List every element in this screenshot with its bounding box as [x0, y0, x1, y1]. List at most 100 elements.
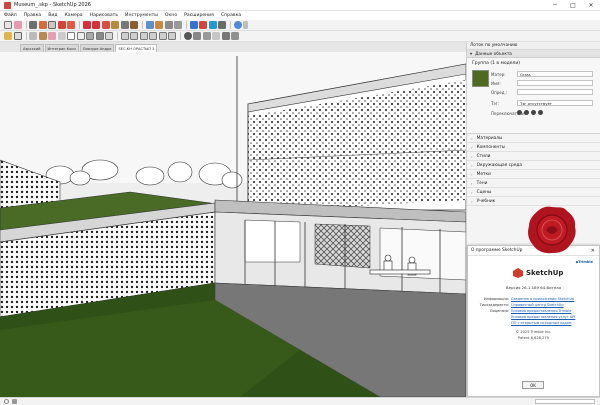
zoom-extents-icon[interactable] [174, 21, 182, 29]
sketchup-logo-icon [513, 268, 523, 278]
section-plane-icon[interactable] [212, 32, 220, 40]
move-tool-icon[interactable] [82, 21, 91, 29]
sketchup-logo: SketchUp [513, 268, 563, 278]
sandbox-icon[interactable] [193, 32, 201, 40]
select-arrow-icon[interactable] [13, 32, 22, 40]
tape-measure-icon[interactable] [111, 21, 119, 29]
scene-tab-3[interactable]: Лиазуре Андре [79, 44, 115, 52]
close-button[interactable]: ✕ [582, 0, 600, 11]
pan-tool-icon[interactable] [155, 21, 163, 29]
rotate-tool-icon[interactable] [92, 21, 100, 29]
tray-scenes[interactable]: › Сцены [467, 188, 600, 197]
tray-header: Лоток по умолчанию [467, 42, 600, 50]
maximize-button[interactable]: □ [564, 0, 582, 11]
hidden-line-style-icon[interactable] [76, 32, 85, 40]
extension-warehouse-icon[interactable] [199, 21, 207, 29]
material-field[interactable]: Grass [517, 71, 593, 77]
line-tool-icon[interactable] [29, 21, 37, 29]
tray-environment[interactable]: › Окружающая среда [467, 161, 600, 170]
definition-field[interactable] [517, 89, 593, 95]
folder-icon[interactable] [4, 32, 12, 40]
walk-icon[interactable] [221, 32, 230, 40]
monochrome-style-icon[interactable] [105, 32, 113, 40]
menu-edit[interactable]: Правка [24, 13, 41, 18]
menu-window[interactable]: Окно [165, 13, 177, 18]
tray-shadows[interactable]: › Тени [467, 179, 600, 188]
left-view-icon[interactable] [168, 32, 176, 40]
select-tool-icon[interactable] [4, 21, 12, 29]
back-view-icon[interactable] [158, 32, 167, 40]
shadow-receive-toggle-icon[interactable] [538, 110, 543, 115]
iso-view-icon[interactable] [120, 32, 129, 40]
chevron-right-icon: › [471, 162, 473, 168]
hidden-toggle-icon[interactable] [517, 110, 522, 115]
model-viewport[interactable] [0, 52, 466, 397]
about-row-link[interactable]: Условия предоставления Trimble [511, 309, 571, 313]
minimize-button[interactable]: ─ [546, 0, 564, 11]
eraser-tool-icon[interactable] [13, 21, 22, 29]
solid-tools-icon[interactable] [202, 32, 211, 40]
share-model-icon[interactable] [208, 21, 217, 29]
tag-select[interactable]: Тэг отсутствует [517, 100, 593, 106]
tag-icon[interactable] [57, 32, 66, 40]
arc-tool-icon[interactable] [38, 21, 47, 29]
eraser-icon[interactable] [48, 32, 56, 40]
component-icon[interactable] [29, 32, 37, 40]
zoom-tool-icon[interactable] [164, 21, 173, 29]
about-close-button[interactable]: ✕ [591, 248, 595, 254]
geo-location-icon[interactable] [4, 399, 9, 404]
menu-view[interactable]: Вид [48, 13, 57, 18]
entity-info-header[interactable]: ▾ Данные объекта [467, 50, 600, 58]
menu-file[interactable]: Файл [4, 13, 17, 18]
paint-icon[interactable] [38, 32, 47, 40]
locked-toggle-icon[interactable] [524, 110, 529, 115]
about-dialog-title: О программе SketchUp [471, 248, 523, 253]
rectangle-tool-icon[interactable] [48, 21, 56, 29]
menu-extensions[interactable]: Расширения [184, 13, 214, 18]
about-row-link[interactable]: ПО с открытым исходным кодом [511, 321, 571, 325]
account-icon[interactable] [233, 21, 242, 29]
shadow-cast-toggle-icon[interactable] [531, 110, 536, 115]
dropdown-icon[interactable] [243, 21, 248, 29]
menu-tools[interactable]: Инструменты [125, 13, 158, 18]
menu-draw[interactable]: Нарисовать [90, 13, 118, 18]
scene-tab-2[interactable]: Интегрик Коси [44, 44, 79, 52]
tray-styles[interactable]: › Стили [467, 152, 600, 161]
tray-tags[interactable]: › Метки [467, 170, 600, 179]
menu-camera[interactable]: Камера [65, 13, 83, 18]
tray-components[interactable]: › Компоненты [467, 143, 600, 152]
right-view-icon[interactable] [149, 32, 157, 40]
scene-tab-1[interactable]: Аэрсский [20, 44, 44, 52]
layout-icon[interactable] [218, 21, 226, 29]
shaded-style-icon[interactable] [86, 32, 94, 40]
ok-button[interactable]: OK [522, 381, 544, 389]
about-row-link[interactable]: Условия предоставления услуг API [511, 315, 575, 319]
model-render[interactable] [0, 52, 466, 397]
offset-tool-icon[interactable] [67, 21, 75, 29]
menu-help[interactable]: Справка [221, 13, 241, 18]
front-view-icon[interactable] [139, 32, 148, 40]
tray-label: Стили [476, 153, 491, 159]
credits-icon[interactable] [12, 399, 17, 404]
add-location-icon[interactable] [183, 32, 192, 40]
scale-tool-icon[interactable] [101, 21, 110, 29]
material-swatch[interactable] [472, 70, 489, 87]
tag-label: Тэг: [491, 101, 500, 106]
name-label: Имя: [491, 81, 501, 86]
orbit-tool-icon[interactable] [145, 21, 154, 29]
name-field[interactable] [517, 80, 593, 86]
about-row-link[interactable]: Сведения о приложении SketchUp [511, 297, 574, 301]
measurements-box[interactable] [535, 399, 595, 404]
text-tool-icon[interactable] [120, 21, 129, 29]
wireframe-style-icon[interactable] [67, 32, 75, 40]
textured-style-icon[interactable] [95, 32, 104, 40]
toolbar-separator [25, 32, 27, 40]
push-pull-tool-icon[interactable] [57, 21, 66, 29]
position-camera-icon[interactable] [231, 32, 239, 40]
tray-materials[interactable]: › Материалы [467, 134, 600, 143]
scene-tab-4[interactable]: SEC-KH ОРАСТЫП 3 [115, 44, 158, 52]
paint-bucket-icon[interactable] [130, 21, 138, 29]
top-view-icon[interactable] [130, 32, 138, 40]
warehouse-icon[interactable] [189, 21, 198, 29]
about-row-link[interactable]: Справочный центр SketchUp [511, 303, 564, 307]
